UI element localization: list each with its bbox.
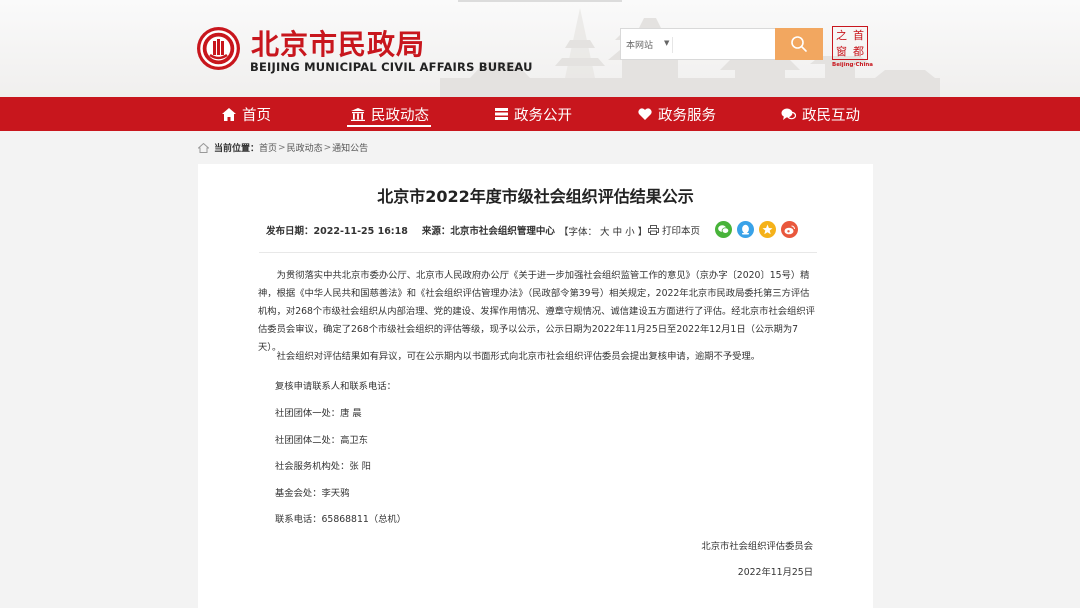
contact-line: 社团团体二处：高卫东 <box>275 435 368 446</box>
capital-char: 之 <box>836 28 847 42</box>
breadcrumb-separator: > <box>323 142 332 153</box>
signature-date: 2022年11月25日 <box>737 567 813 578</box>
contact-line: 基金会处：李天鸦 <box>275 488 350 499</box>
capital-char: 窗 <box>836 44 847 58</box>
publish-date: 2022-11-25 16:18 <box>313 226 408 237</box>
search-button[interactable] <box>775 28 823 60</box>
capital-window-logo[interactable]: 之 首 窗 都 Beijing·China <box>832 26 873 68</box>
signature-org: 北京市社会组织评估委员会 <box>701 541 813 552</box>
capital-char: 都 <box>853 44 864 58</box>
article-paragraph: 社会组织对评估结果如有异议，可在公示期内以书面形式向北京市社会组织评估委员会提出… <box>276 351 761 362</box>
nav-item-home[interactable]: 首页 <box>222 97 271 131</box>
article-paragraph: 为贯彻落实中共北京市委办公厅、北京市人民政府办公厅《关于进一步加强社会组织监管工… <box>258 270 815 353</box>
breadcrumb-home[interactable]: 首页 <box>259 141 277 154</box>
capital-window-caption: Beijing·China <box>832 62 873 68</box>
article-title: 北京市2022年度市级社会组织评估结果公示 <box>377 187 694 206</box>
nav-label: 首页 <box>242 107 271 124</box>
home-outline-icon <box>198 142 209 153</box>
contacts-title: 复核申请联系人和联系电话： <box>275 381 396 392</box>
printer-icon <box>648 225 659 235</box>
font-size-medium[interactable]: 中 <box>613 227 623 238</box>
font-size-close: 】 <box>637 227 648 238</box>
dropdown-arrow-icon[interactable]: ▼ <box>664 39 669 47</box>
search-input[interactable] <box>675 33 773 55</box>
site-header: 北京市民政局 BEIJING MUNICIPAL CIVIL AFFAIRS B… <box>0 0 1080 97</box>
qzone-icon[interactable] <box>759 221 776 238</box>
search-divider <box>672 37 673 53</box>
nav-label: 民政动态 <box>371 107 429 124</box>
date-label: 发布日期： <box>266 226 314 237</box>
article-source: 北京市社会组织管理中心 <box>450 226 555 237</box>
breadcrumb-label: 当前位置： <box>214 144 260 154</box>
bureau-emblem-logo[interactable] <box>197 27 240 70</box>
contact-phone: 联系电话：65868811（总机） <box>275 514 406 525</box>
qq-icon[interactable] <box>737 221 754 238</box>
print-label: 打印本页 <box>662 226 701 237</box>
font-size-label: 【字体： <box>559 227 598 238</box>
search-icon <box>791 36 807 52</box>
site-logo-title[interactable]: 北京市民政局 <box>251 23 425 63</box>
capital-window-mark: 之 首 窗 都 <box>832 26 868 60</box>
breadcrumb: 当前位置： 首页 > 民政动态 > 通知公告 <box>198 141 368 154</box>
nav-item-gov-affairs[interactable]: 政务公开 <box>495 97 572 131</box>
contact-line: 社团团体一处：唐 晨 <box>275 408 362 419</box>
weibo-icon[interactable] <box>781 221 798 238</box>
wechat-icon[interactable] <box>715 221 732 238</box>
nav-active-indicator <box>347 125 431 127</box>
font-size-small[interactable]: 小 <box>625 227 635 238</box>
nav-label: 政务服务 <box>658 107 716 124</box>
nav-label: 政务公开 <box>514 107 572 124</box>
article-meta: 发布日期：2022-11-25 16:18 来源：北京市社会组织管理中心 <box>266 223 555 237</box>
site-logo-subtitle: BEIJING MUNICIPAL CIVIL AFFAIRS BUREAU <box>250 60 533 74</box>
contact-line: 社会服务机构处：张 阳 <box>275 461 371 472</box>
home-icon <box>222 107 236 121</box>
heart-icon <box>638 108 652 120</box>
emblem-icon <box>200 30 237 67</box>
share-bar <box>715 221 798 238</box>
breadcrumb-separator: > <box>278 142 286 153</box>
search-box: 本网站 ▼ <box>620 28 776 60</box>
nav-item-gov-services[interactable]: 政务服务 <box>638 97 716 131</box>
capital-char: 首 <box>853 28 864 42</box>
breadcrumb-civil-news[interactable]: 民政动态 <box>287 141 323 154</box>
meta-divider <box>259 252 817 253</box>
article-panel: 北京市2022年度市级社会组织评估结果公示 发布日期：2022-11-25 16… <box>198 164 873 608</box>
building-icon <box>351 107 365 121</box>
nav-item-interaction[interactable]: 政民互动 <box>781 97 860 131</box>
source-label: 来源： <box>421 226 451 237</box>
font-size-selector: 【字体： 大 中 小 】 <box>559 224 647 238</box>
main-nav: 首页 民政动态 政务公开 政务服务 政民互动 <box>0 97 1080 131</box>
nav-label: 政民互动 <box>802 107 860 124</box>
document-icon <box>495 108 508 120</box>
breadcrumb-notices[interactable]: 通知公告 <box>332 141 368 154</box>
search-scope-select[interactable]: 本网站 <box>626 38 653 51</box>
print-button[interactable]: 打印本页 <box>648 223 700 237</box>
font-size-large[interactable]: 大 <box>600 227 610 238</box>
chat-icon <box>781 108 796 120</box>
